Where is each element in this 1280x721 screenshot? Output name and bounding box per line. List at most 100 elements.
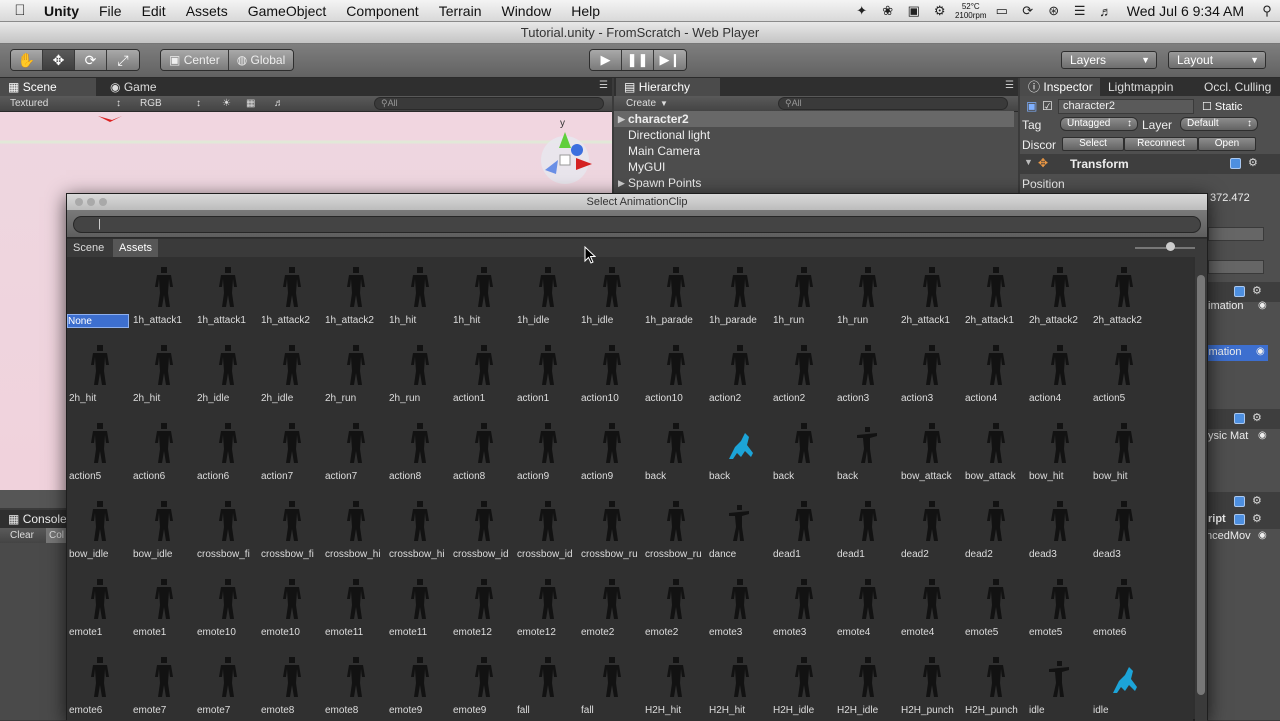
clip-item[interactable]: fall: [579, 647, 643, 721]
prefab-select-button[interactable]: Select: [1062, 137, 1124, 151]
clip-item[interactable]: crossbow_ru: [579, 491, 643, 569]
menu-component[interactable]: Component: [336, 3, 428, 19]
clip-item[interactable]: bow_attack: [899, 413, 963, 491]
help-book-icon[interactable]: [1230, 158, 1241, 169]
clip-item[interactable]: emote5: [1027, 569, 1091, 647]
clip-item[interactable]: action4: [963, 335, 1027, 413]
static-checkbox[interactable]: ☐ Static: [1202, 100, 1242, 113]
clip-item[interactable]: emote6: [67, 647, 131, 721]
clip-item[interactable]: emote1: [67, 569, 131, 647]
clip-item[interactable]: None: [67, 257, 131, 335]
tab-inspector[interactable]: ⓘ Inspector: [1020, 78, 1100, 96]
clip-item[interactable]: 1h_idle: [515, 257, 579, 335]
menu-window[interactable]: Window: [491, 3, 561, 19]
clip-item[interactable]: action5: [67, 413, 131, 491]
create-dropdown[interactable]: Create: [626, 96, 656, 112]
gear-icon[interactable]: ⚙: [1252, 411, 1262, 424]
clip-item[interactable]: emote6: [1091, 569, 1155, 647]
gear-icon[interactable]: ⚙: [927, 3, 953, 19]
clip-item[interactable]: dead1: [771, 491, 835, 569]
clip-item[interactable]: action3: [899, 335, 963, 413]
clip-item[interactable]: emote11: [387, 569, 451, 647]
render-mode-dropdown[interactable]: Textured: [10, 96, 48, 112]
tag-dropdown[interactable]: Untagged ↕: [1060, 117, 1138, 131]
clip-item[interactable]: crossbow_id: [515, 491, 579, 569]
panel-menu-icon[interactable]: ☰: [1005, 80, 1014, 91]
clip-item[interactable]: 1h_attack2: [323, 257, 387, 335]
menu-assets[interactable]: Assets: [176, 3, 238, 19]
tab-occlusion-culling[interactable]: Occl. Culling: [1196, 78, 1280, 96]
clip-item[interactable]: action1: [515, 335, 579, 413]
gear-icon[interactable]: ⚙: [1248, 156, 1258, 169]
foldout-arrow-icon[interactable]: ▼: [1024, 157, 1033, 167]
menu-clock[interactable]: Wed Jul 6 9:34 AM: [1119, 3, 1254, 19]
clip-item[interactable]: back: [835, 413, 899, 491]
menu-gameobject[interactable]: GameObject: [238, 3, 337, 19]
menu-file[interactable]: File: [89, 3, 132, 19]
menu-help[interactable]: Help: [561, 3, 610, 19]
panel-menu-icon[interactable]: ☰: [599, 80, 608, 91]
clip-item[interactable]: emote3: [771, 569, 835, 647]
clip-item[interactable]: emote8: [259, 647, 323, 721]
object-picker-icon[interactable]: ◉: [1258, 430, 1267, 441]
twitter-icon[interactable]: ✦: [849, 3, 875, 19]
clip-item[interactable]: H2H_punch: [963, 647, 1027, 721]
clip-item[interactable]: 2h_attack2: [1091, 257, 1155, 335]
clip-item[interactable]: back: [771, 413, 835, 491]
clip-item[interactable]: action4: [1027, 335, 1091, 413]
prefab-reconnect-button[interactable]: Reconnect: [1124, 137, 1198, 151]
gear-icon[interactable]: ⚙: [1252, 284, 1262, 297]
object-picker-icon[interactable]: ◉: [1258, 300, 1267, 311]
step-icon[interactable]: ▶❙: [654, 50, 686, 70]
tab-scene[interactable]: ▦ Scene: [0, 78, 96, 96]
clip-item[interactable]: emote8: [323, 647, 387, 721]
clip-item[interactable]: dead2: [899, 491, 963, 569]
clip-item[interactable]: emote10: [195, 569, 259, 647]
clip-item[interactable]: 2h_hit: [67, 335, 131, 413]
clip-item[interactable]: 1h_attack1: [195, 257, 259, 335]
hierarchy-item-spawn-points[interactable]: ▶ Spawn Points: [614, 175, 1014, 191]
clip-item[interactable]: H2H_idle: [835, 647, 899, 721]
scrollbar-thumb[interactable]: [1197, 275, 1205, 695]
menu-terrain[interactable]: Terrain: [429, 3, 492, 19]
clip-item[interactable]: 1h_attack1: [131, 257, 195, 335]
clip-item[interactable]: emote9: [387, 647, 451, 721]
clip-item[interactable]: action8: [451, 413, 515, 491]
apple-menu-icon[interactable]: : [0, 2, 40, 19]
clip-item[interactable]: idle: [1091, 647, 1155, 721]
clip-item[interactable]: emote5: [963, 569, 1027, 647]
help-book-icon[interactable]: [1234, 496, 1245, 507]
close-window-icon[interactable]: [75, 198, 83, 206]
transform-header[interactable]: ▼ ✥ Transform ⚙: [1020, 154, 1280, 174]
transform-field[interactable]: [1208, 227, 1264, 241]
dialog-search-input[interactable]: |: [73, 216, 1201, 233]
clip-item[interactable]: crossbow_id: [451, 491, 515, 569]
clip-item[interactable]: action8: [387, 413, 451, 491]
hierarchy-item-character2[interactable]: ▶ character2: [614, 111, 1014, 127]
clip-item[interactable]: dead2: [963, 491, 1027, 569]
clip-item[interactable]: idle: [1027, 647, 1091, 721]
clip-item[interactable]: 1h_parade: [643, 257, 707, 335]
clip-item[interactable]: 2h_run: [387, 335, 451, 413]
color-mode-dropdown[interactable]: RGB: [140, 96, 162, 112]
clip-item[interactable]: 1h_hit: [387, 257, 451, 335]
tab-console[interactable]: ▦ Console: [0, 510, 67, 528]
clip-item[interactable]: bow_hit: [1091, 413, 1155, 491]
display-icon[interactable]: ▭: [989, 3, 1015, 19]
tab-hierarchy[interactable]: ▤ Hierarchy: [616, 78, 720, 96]
clip-item[interactable]: crossbow_fi: [195, 491, 259, 569]
zoom-window-icon[interactable]: [99, 198, 107, 206]
pivot-global-button[interactable]: ◍ Global: [228, 50, 294, 70]
clip-item[interactable]: H2H_hit: [707, 647, 771, 721]
clip-item[interactable]: action9: [515, 413, 579, 491]
clip-item[interactable]: emote10: [259, 569, 323, 647]
clip-item[interactable]: dead1: [835, 491, 899, 569]
hierarchy-search-input[interactable]: ⚲All: [778, 97, 1008, 110]
clip-item[interactable]: emote7: [195, 647, 259, 721]
clip-item[interactable]: emote2: [643, 569, 707, 647]
clip-item[interactable]: emote12: [515, 569, 579, 647]
clip-item[interactable]: bow_idle: [131, 491, 195, 569]
clip-item[interactable]: H2H_hit: [643, 647, 707, 721]
clip-item[interactable]: crossbow_ru: [643, 491, 707, 569]
clip-item[interactable]: bow_idle: [67, 491, 131, 569]
